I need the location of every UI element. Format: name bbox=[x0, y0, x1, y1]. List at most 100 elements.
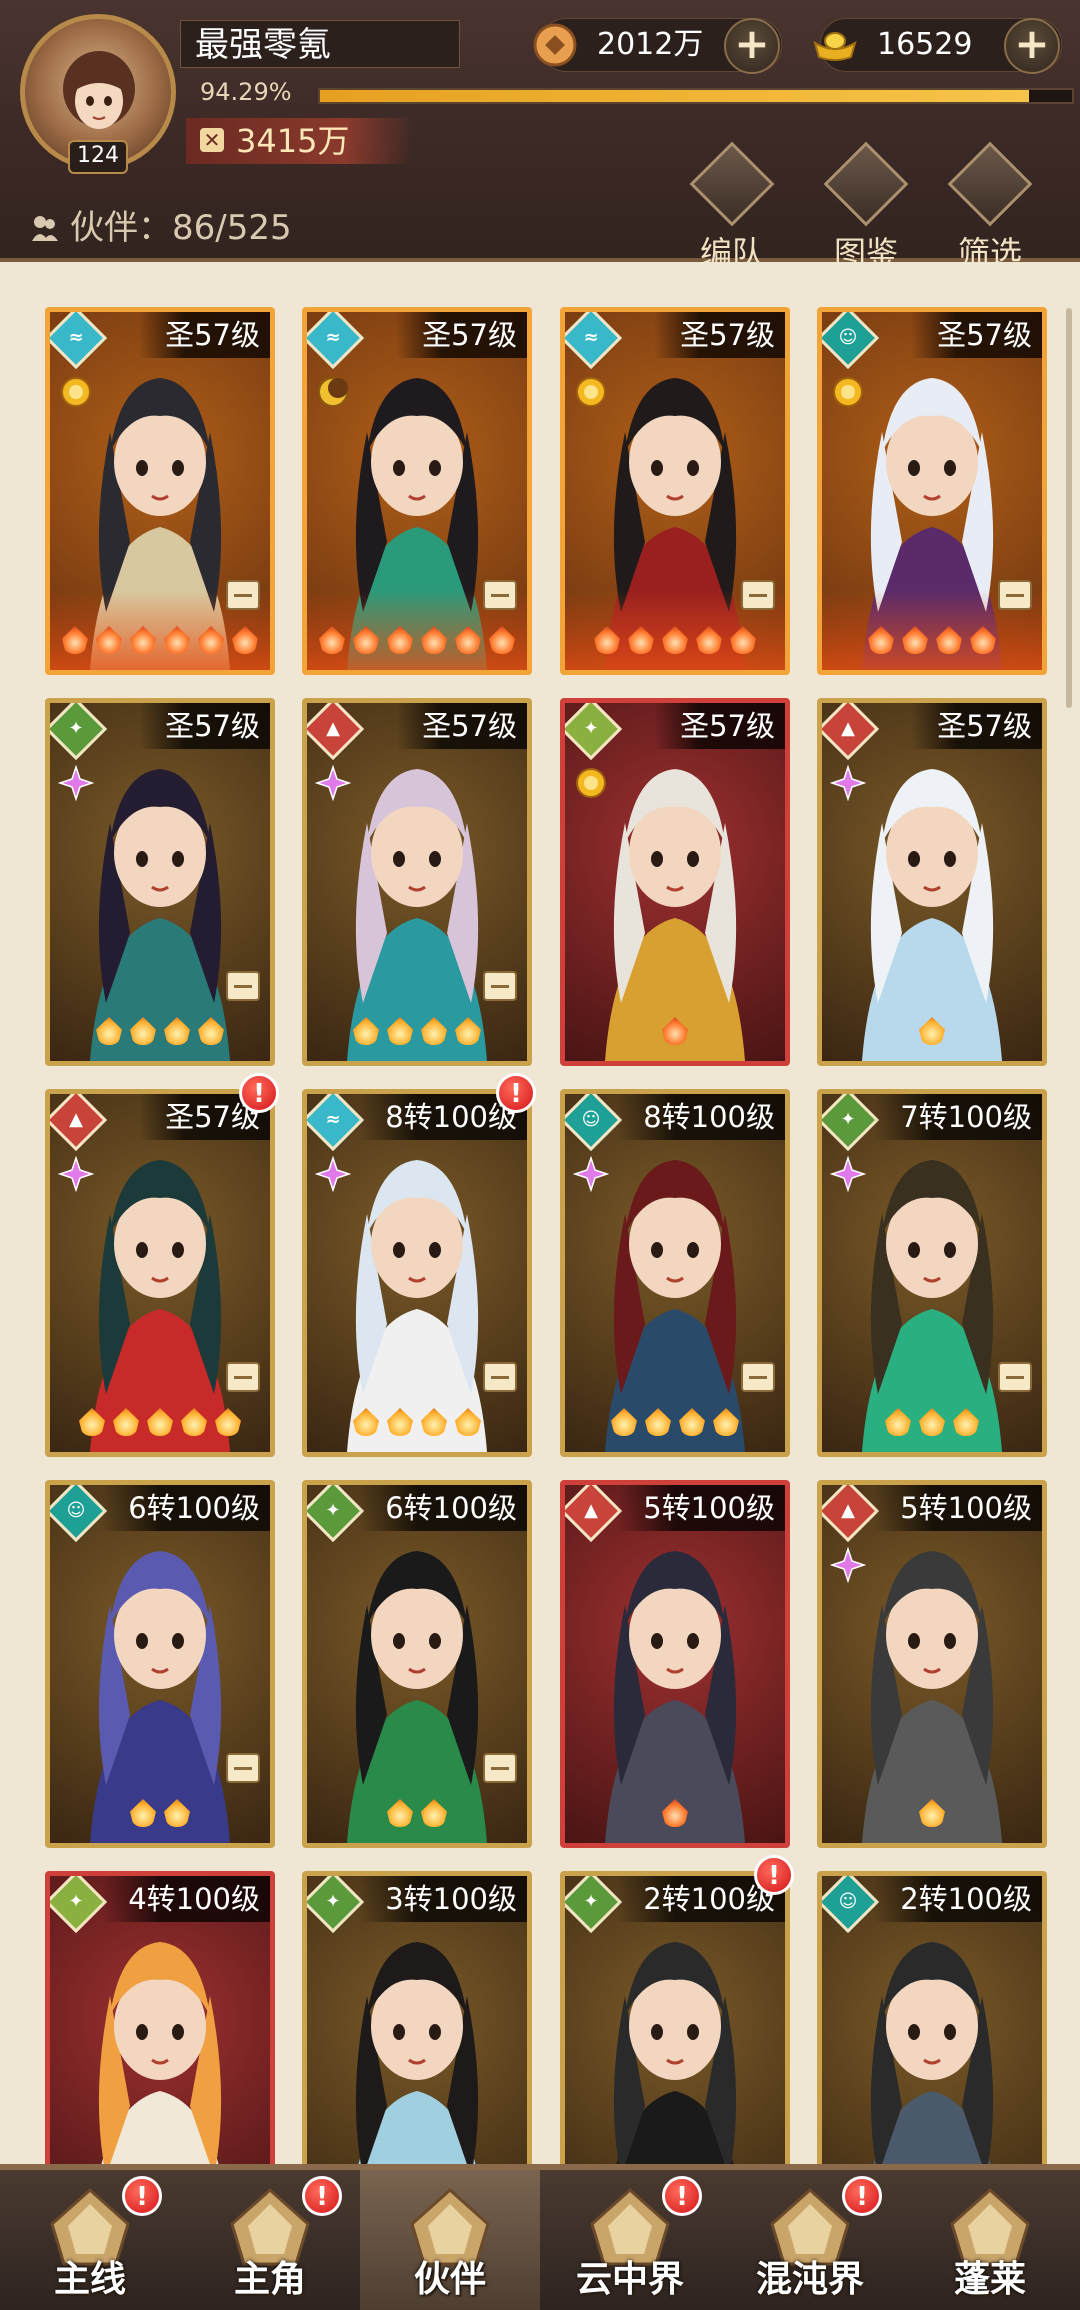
partner-card[interactable]: ✦ 圣57级 bbox=[45, 698, 275, 1066]
nav-item-5[interactable]: 蓬莱 bbox=[900, 2170, 1080, 2310]
partner-card[interactable]: ✦ 3转100级 bbox=[302, 1871, 532, 2164]
add-copper-button[interactable]: + bbox=[724, 18, 780, 74]
flame-star-icon bbox=[453, 622, 483, 656]
flame-star-icon bbox=[351, 1013, 381, 1047]
copper-coin-icon bbox=[533, 23, 577, 67]
partner-card[interactable]: ✦ 4转100级 bbox=[45, 1871, 275, 2164]
flame-star-icon bbox=[917, 1013, 947, 1047]
partner-card[interactable]: ☺ 2转100级 bbox=[817, 1871, 1047, 2164]
star-rating bbox=[822, 1404, 1042, 1444]
partner-card[interactable]: ≈ 圣57级 bbox=[45, 307, 275, 675]
nav-item-0[interactable]: 主线! bbox=[0, 2170, 180, 2310]
flame-star-icon bbox=[351, 1404, 381, 1438]
partner-level-label: 圣57级 bbox=[911, 703, 1042, 749]
element-glyph: ✦ bbox=[68, 718, 84, 739]
partner-card[interactable]: ☺ 圣57级 bbox=[817, 307, 1047, 675]
formation-button[interactable]: 编队 bbox=[682, 141, 782, 272]
element-glyph: ▲ bbox=[841, 718, 855, 739]
flame-star-icon bbox=[643, 1404, 673, 1438]
partner-portrait bbox=[605, 769, 745, 1061]
partner-card[interactable]: ☺ 6转100级 bbox=[45, 1480, 275, 1848]
element-glyph: ▲ bbox=[841, 1500, 855, 1521]
nav-item-2[interactable]: 伙伴 bbox=[360, 2170, 540, 2310]
grid-scrollbar[interactable] bbox=[1066, 308, 1072, 708]
partner-card[interactable]: ▲ 圣57级 bbox=[817, 698, 1047, 1066]
alert-badge-icon: ! bbox=[239, 1073, 279, 1113]
flame-star-icon bbox=[385, 622, 415, 656]
star-rating bbox=[822, 622, 1042, 662]
sun-gem-icon bbox=[61, 377, 91, 407]
partner-card[interactable]: ≈ 圣57级 bbox=[560, 307, 790, 675]
partner-portrait bbox=[347, 769, 487, 1061]
partner-card[interactable]: ▲ 5转100级 bbox=[817, 1480, 1047, 1848]
partner-portrait bbox=[605, 378, 745, 670]
add-gold-button[interactable]: + bbox=[1004, 18, 1060, 74]
element-glyph: ≈ bbox=[325, 1109, 341, 1130]
flame-star-icon bbox=[968, 622, 998, 656]
sun-gem-icon bbox=[833, 377, 863, 407]
partner-grid[interactable]: ≈ 圣57级 ≈ 圣57级 ≈ 圣57级 ☺ 圣57级 ✦ 圣57级 ▲ 圣57级 ✦ 圣57级 ▲ 圣57级… bbox=[0, 262, 1080, 2164]
element-glyph: ▲ bbox=[326, 718, 340, 739]
partner-card[interactable]: ✦ 6转100级 bbox=[302, 1480, 532, 1848]
partner-level-label: 5转100级 bbox=[874, 1485, 1042, 1531]
flame-star-icon bbox=[94, 1013, 124, 1047]
partner-level-label: 3转100级 bbox=[359, 1876, 527, 1922]
alert-badge-icon: ! bbox=[662, 2176, 702, 2216]
partner-level-label: 5转100级 bbox=[617, 1485, 785, 1531]
element-glyph: ✦ bbox=[325, 1500, 341, 1521]
flame-star-icon bbox=[626, 622, 656, 656]
flame-star-icon bbox=[694, 622, 724, 656]
partner-card[interactable]: ≈ 圣57级 bbox=[302, 307, 532, 675]
flame-star-icon bbox=[230, 622, 260, 656]
sun-gem-icon bbox=[576, 377, 606, 407]
flame-star-icon bbox=[917, 1404, 947, 1438]
partner-portrait bbox=[90, 1551, 230, 1843]
equip-slot-icon bbox=[483, 1362, 517, 1392]
flame-star-icon bbox=[351, 622, 381, 656]
element-glyph: ☺ bbox=[581, 1109, 601, 1130]
alert-badge-icon: ! bbox=[754, 1855, 794, 1895]
nav-item-4[interactable]: 混沌界! bbox=[720, 2170, 900, 2310]
nav-item-3[interactable]: 云中界! bbox=[540, 2170, 720, 2310]
codex-button[interactable]: 图鉴 bbox=[816, 141, 916, 272]
partner-portrait bbox=[862, 769, 1002, 1061]
equip-slot-icon bbox=[483, 580, 517, 610]
spark-gem-icon bbox=[830, 1547, 866, 1583]
flame-star-icon bbox=[487, 622, 517, 656]
nav-item-1[interactable]: 主角! bbox=[180, 2170, 360, 2310]
partner-level-label: 7转100级 bbox=[874, 1094, 1042, 1140]
flame-star-icon bbox=[453, 1013, 483, 1047]
partner-card[interactable]: ▲ 圣57级 bbox=[302, 698, 532, 1066]
partner-card[interactable]: ✦ 7转100级 bbox=[817, 1089, 1047, 1457]
partner-card[interactable]: ☺ 8转100级 bbox=[560, 1089, 790, 1457]
partner-level-label: 圣57级 bbox=[396, 312, 527, 358]
equip-slot-icon bbox=[226, 580, 260, 610]
star-rating bbox=[50, 622, 270, 662]
player-name: 最强零氪 bbox=[180, 20, 460, 68]
partner-level-label: 圣57级 bbox=[654, 312, 785, 358]
flame-star-icon bbox=[385, 1795, 415, 1829]
spark-gem-icon bbox=[830, 765, 866, 801]
flame-star-icon bbox=[592, 622, 622, 656]
flame-star-icon bbox=[196, 1013, 226, 1047]
flame-star-icon bbox=[162, 622, 192, 656]
flame-star-icon bbox=[162, 1795, 192, 1829]
partner-portrait bbox=[347, 1551, 487, 1843]
flame-star-icon bbox=[453, 1404, 483, 1438]
filter-button[interactable]: 筛选 bbox=[940, 141, 1040, 272]
flame-star-icon bbox=[934, 622, 964, 656]
partner-portrait bbox=[862, 378, 1002, 670]
partner-card[interactable]: ▲ 圣57级 bbox=[45, 1089, 275, 1457]
partner-card[interactable]: ▲ 5转100级 bbox=[560, 1480, 790, 1848]
partner-card[interactable]: ≈8转100级 bbox=[302, 1089, 532, 1457]
partner-card[interactable]: ✦ 圣57级 bbox=[560, 698, 790, 1066]
gold-amount: 16529 bbox=[877, 27, 973, 62]
flame-star-icon bbox=[196, 622, 226, 656]
spark-gem-icon bbox=[315, 765, 351, 801]
flame-star-icon bbox=[900, 622, 930, 656]
flame-star-icon bbox=[162, 1013, 192, 1047]
partner-card[interactable]: ✦ 2转100级 bbox=[560, 1871, 790, 2164]
equip-slot-icon bbox=[483, 1753, 517, 1783]
codex-icon bbox=[823, 141, 909, 227]
alert-badge-icon: ! bbox=[496, 1073, 536, 1113]
